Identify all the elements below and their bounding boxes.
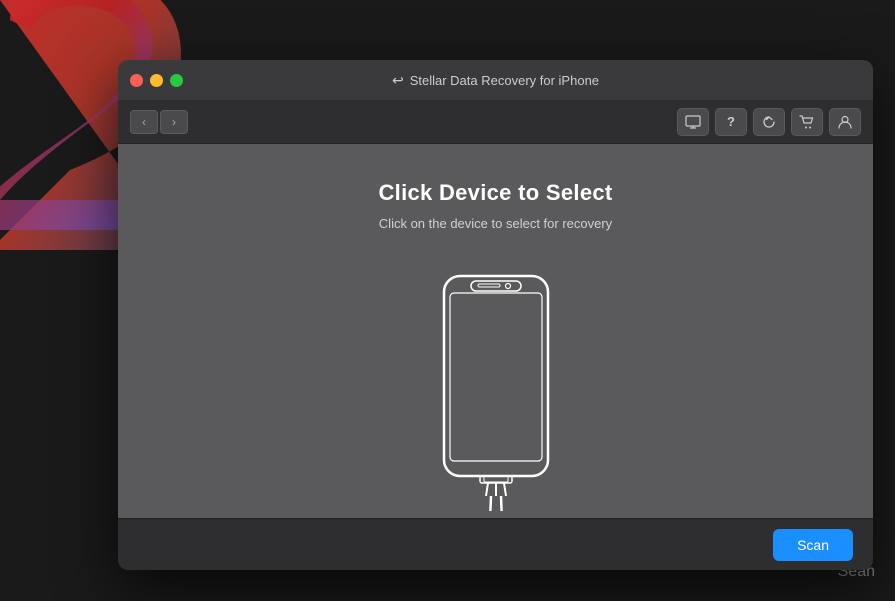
back-button[interactable]: ‹ [130,110,158,134]
toolbar-monitor-btn[interactable] [677,108,709,136]
help-icon: ? [727,114,735,129]
forward-icon: › [172,115,176,129]
scan-button[interactable]: Scan [773,529,853,561]
page-subtitle: Click on the device to select for recove… [379,216,612,231]
minimize-button[interactable] [150,74,163,87]
refresh-icon [762,115,776,129]
app-window: ↩ Stellar Data Recovery for iPhone ‹ › [118,60,873,570]
nav-buttons: ‹ › [130,110,188,134]
maximize-button[interactable] [170,74,183,87]
window-title: ↩ Stellar Data Recovery for iPhone [392,72,599,89]
phone-illustration[interactable] [436,271,556,511]
main-content: Click Device to Select Click on the devi… [118,144,873,518]
toolbar-user-btn[interactable] [829,108,861,136]
traffic-lights [130,74,183,87]
toolbar-actions: ? [677,108,861,136]
toolbar: ‹ › ? [118,100,873,144]
page-title: Click Device to Select [378,180,612,206]
title-bar: ↩ Stellar Data Recovery for iPhone [118,60,873,100]
title-label: Stellar Data Recovery for iPhone [410,73,599,88]
forward-button[interactable]: › [160,110,188,134]
bottom-bar: Scan [118,518,873,570]
toolbar-cart-btn[interactable] [791,108,823,136]
title-icon: ↩ [392,72,404,89]
close-button[interactable] [130,74,143,87]
user-icon [838,115,852,129]
phone-svg [436,271,556,511]
toolbar-refresh-btn[interactable] [753,108,785,136]
monitor-icon [685,115,701,129]
cart-icon [799,115,815,129]
back-icon: ‹ [142,115,146,129]
toolbar-help-btn[interactable]: ? [715,108,747,136]
